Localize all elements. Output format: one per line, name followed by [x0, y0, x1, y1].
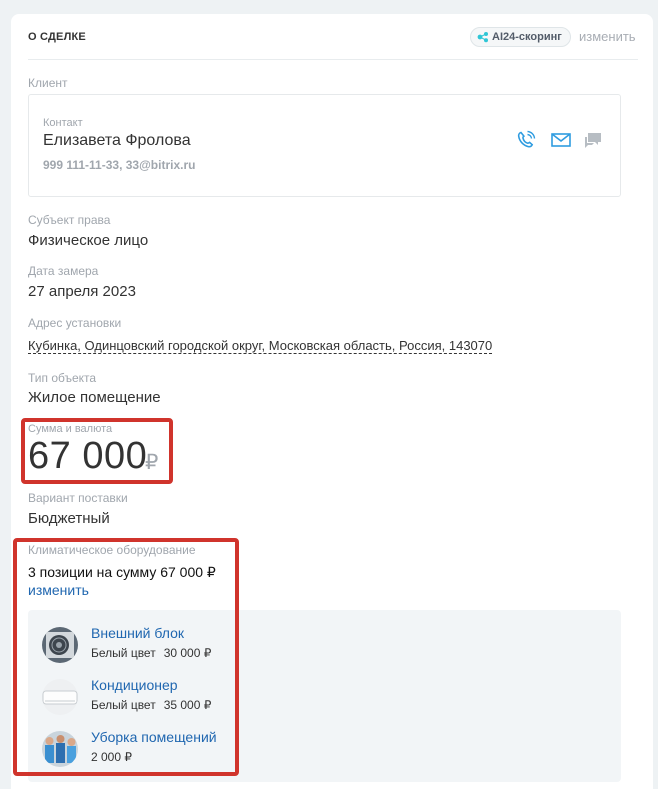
date-label: Дата замера: [28, 264, 99, 278]
sum-highlight-frame: [21, 418, 173, 484]
subject-label: Субъект права: [28, 213, 111, 227]
address-row: Кубинка, Одинцовский городской округ, Мо…: [28, 337, 493, 354]
delivery-label: Вариант поставки: [28, 491, 128, 505]
ai-badge-label: AI24-скоринг: [492, 31, 562, 43]
object-type-label: Тип объекта: [28, 371, 97, 385]
address-value[interactable]: Кубинка, Одинцовский городской округ, Мо…: [28, 338, 493, 354]
date-value: 27 апреля 2023: [28, 283, 136, 300]
delivery-value: Бюджетный: [28, 510, 110, 527]
card-header: О СДЕЛКЕ AI24-скоринг изменить: [11, 14, 653, 60]
phone-icon[interactable]: [515, 129, 537, 151]
object-type-value: Жилое помещение: [28, 389, 161, 406]
mail-icon[interactable]: [550, 129, 572, 151]
header-divider: [28, 59, 638, 60]
subject-value: Физическое лицо: [28, 232, 149, 249]
chat-icon[interactable]: [582, 129, 604, 151]
ai-scoring-icon: [477, 32, 488, 43]
address-label: Адрес установки: [28, 316, 122, 330]
section-title: О СДЕЛКЕ: [28, 31, 86, 43]
client-label: Клиент: [28, 76, 68, 90]
edit-section-link[interactable]: изменить: [579, 29, 636, 44]
ai-scoring-badge[interactable]: AI24-скоринг: [470, 27, 571, 47]
client-contact-card: Контакт Елизавета Фролова 999 111-11-33,…: [28, 94, 621, 197]
contact-label: Контакт: [43, 117, 83, 129]
contact-info: 999 111-11-33, 33@bitrix.ru: [43, 158, 196, 172]
contact-name[interactable]: Елизавета Фролова: [43, 132, 191, 150]
equipment-highlight-frame: [13, 538, 239, 776]
